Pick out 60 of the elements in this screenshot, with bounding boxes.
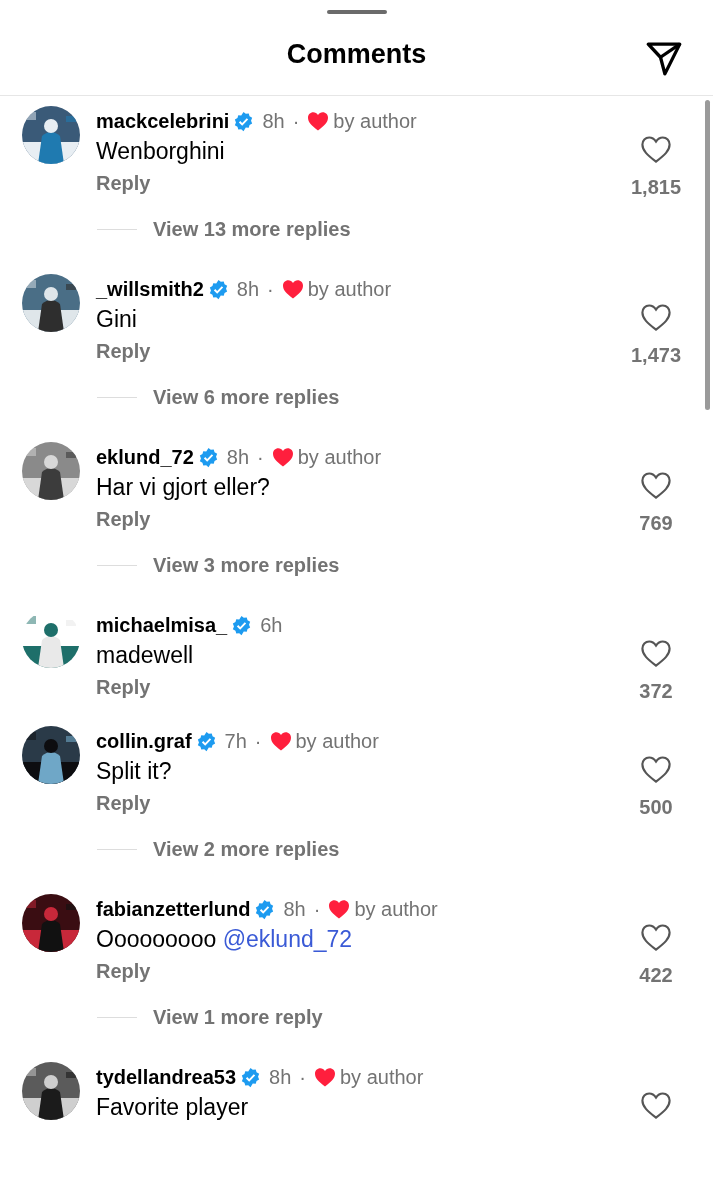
view-replies-link[interactable]: View 6 more replies <box>153 384 340 410</box>
username[interactable]: _willsmith2 <box>96 276 204 302</box>
separator-dot: · <box>299 1065 306 1090</box>
username[interactable]: tydellandrea53 <box>96 1064 237 1090</box>
username[interactable]: collin.graf <box>96 728 192 754</box>
liked-by-author-label: by author <box>307 277 392 302</box>
like-count: 769 <box>639 511 673 536</box>
like-count: 422 <box>639 963 673 988</box>
like-icon[interactable] <box>640 134 672 164</box>
sheet-title: Comments <box>286 38 427 72</box>
like-icon[interactable] <box>640 922 672 952</box>
comment-time: 8h <box>262 109 285 134</box>
comment-text: Ooooooooo @eklund_72 <box>96 925 354 954</box>
separator-dot: · <box>292 109 300 134</box>
liked-by-author-label: by author <box>340 1065 424 1090</box>
username[interactable]: mackcelebrini <box>96 108 230 134</box>
liked-by-author-label: by author <box>297 445 382 470</box>
view-replies-link[interactable]: View 3 more replies <box>153 552 340 578</box>
liked-by-author-label: by author <box>295 729 379 754</box>
like-icon[interactable] <box>640 638 672 668</box>
reply-link[interactable]: Reply <box>96 508 151 530</box>
like-count: 1,473 <box>630 343 682 368</box>
reply-link[interactable]: Reply <box>96 676 151 698</box>
liked-by-author-label: by author <box>333 109 417 134</box>
comment-text: Split it? <box>96 757 173 786</box>
like-icon[interactable] <box>640 754 672 784</box>
view-replies-link[interactable]: View 13 more replies <box>153 216 351 242</box>
separator-dot: · <box>267 277 274 302</box>
username[interactable]: eklund_72 <box>96 444 194 470</box>
like-count: 372 <box>639 679 673 704</box>
reply-link[interactable]: Reply <box>96 340 151 362</box>
username[interactable]: michaelmisa_ <box>96 612 228 638</box>
like-icon[interactable] <box>640 470 672 500</box>
mention-link[interactable]: @eklund_72 <box>222 926 353 952</box>
comment-time: 7h <box>224 729 247 754</box>
comment-time: 8h <box>236 277 260 302</box>
comment-time: 8h <box>269 1065 292 1090</box>
comment-time: 8h <box>226 445 250 470</box>
username[interactable]: fabianzetterlund <box>96 896 251 922</box>
reply-link[interactable]: Reply <box>96 172 151 194</box>
comment-time: 8h <box>283 897 306 922</box>
comment-text: madewell <box>96 641 195 670</box>
like-count: 1,815 <box>630 175 682 200</box>
view-replies-link[interactable]: View 1 more reply <box>153 1004 323 1030</box>
reply-link[interactable]: Reply <box>96 792 151 814</box>
comment-text: Wenborghini <box>96 137 226 166</box>
comment-text: Har vi gjort eller? <box>96 473 271 502</box>
comment-text: Gini <box>96 305 138 334</box>
separator-dot: · <box>254 729 262 754</box>
like-count: 500 <box>639 795 673 820</box>
like-icon[interactable] <box>640 302 672 332</box>
reply-link[interactable]: Reply <box>96 960 151 982</box>
comment-text: Favorite player <box>96 1093 250 1122</box>
drag-handle[interactable] <box>326 10 387 14</box>
view-replies-link[interactable]: View 2 more replies <box>153 836 340 862</box>
separator-dot: · <box>257 445 264 470</box>
like-icon[interactable] <box>640 1090 672 1120</box>
liked-by-author-label: by author <box>354 897 438 922</box>
separator-dot: · <box>313 897 321 922</box>
comment-time: 6h <box>260 613 283 638</box>
